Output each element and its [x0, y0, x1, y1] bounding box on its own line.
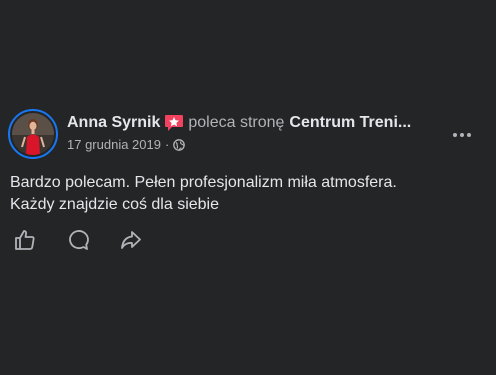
recommendation-post: Anna Syrnik poleca stronę Centrum Treni.…	[0, 0, 496, 375]
avatar-image	[12, 113, 54, 155]
post-body: Bardzo polecam. Pełen profesjonalizm mił…	[10, 172, 480, 216]
recommends-text: poleca stronę	[188, 114, 285, 131]
post-date[interactable]: 17 grudnia 2019	[67, 137, 161, 153]
share-icon[interactable]	[118, 227, 144, 253]
post-body-line: Bardzo polecam. Pełen profesjonalizm mił…	[10, 174, 397, 191]
author-name[interactable]: Anna Syrnik	[67, 113, 160, 133]
post-header: Anna Syrnik poleca stronę Centrum Treni.…	[8, 109, 488, 161]
post-title-line: Anna Syrnik poleca stronę Centrum Treni.…	[67, 113, 447, 133]
comment-icon[interactable]	[65, 227, 91, 253]
page-name-link[interactable]: Centrum Treni...	[289, 113, 411, 133]
more-options-icon[interactable]	[448, 121, 476, 149]
post-meta: Anna Syrnik poleca stronę Centrum Treni.…	[67, 113, 447, 153]
recommend-star-icon	[165, 115, 184, 131]
post-body-line: Każdy znajdzie coś dla siebie	[10, 196, 220, 213]
globe-icon[interactable]	[173, 139, 186, 151]
like-icon[interactable]	[12, 227, 38, 253]
separator-dot: ·	[164, 137, 170, 152]
post-subtitle-line: 17 grudnia 2019 ·	[67, 137, 447, 153]
post-actions	[12, 226, 171, 254]
avatar[interactable]	[8, 109, 58, 159]
